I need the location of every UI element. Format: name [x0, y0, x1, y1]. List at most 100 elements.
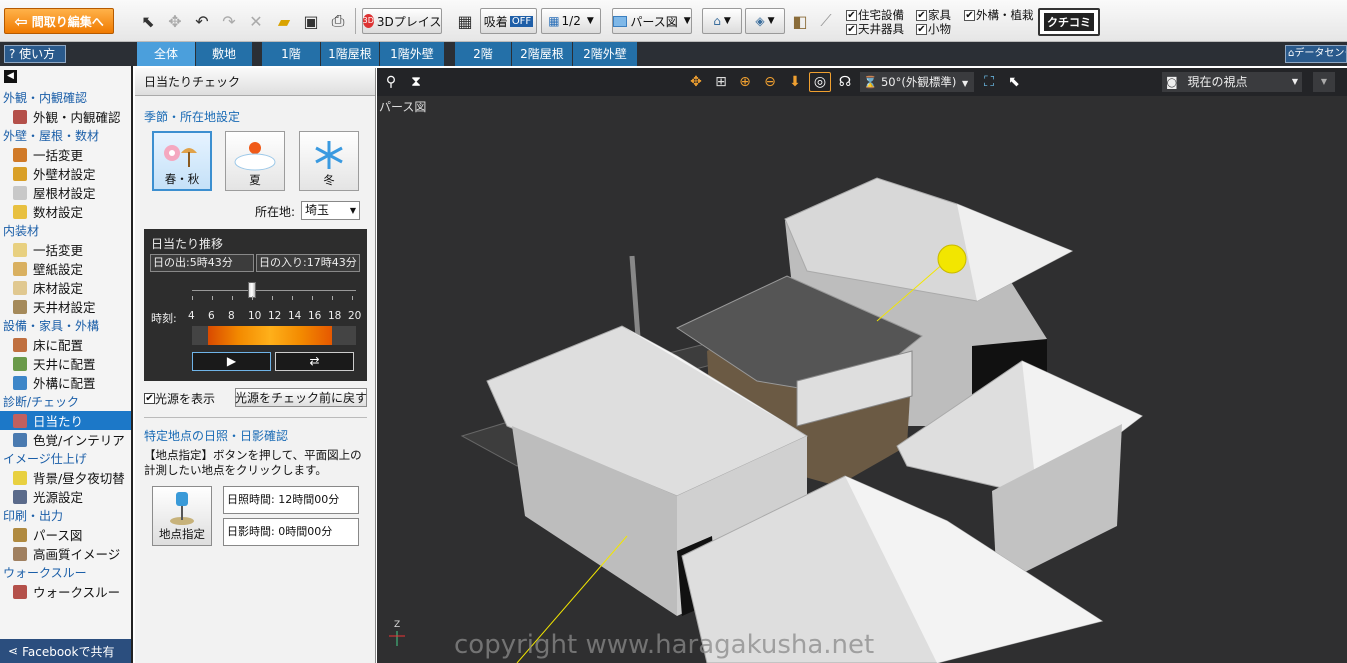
material-icon[interactable]: ◧: [788, 9, 812, 33]
point-select-button[interactable]: 地点指定: [152, 486, 212, 546]
hourglass-icon[interactable]: ⧗: [405, 72, 427, 92]
tab-floor1[interactable]: 1階: [262, 42, 320, 66]
play-button[interactable]: ▶: [192, 352, 271, 371]
chevron-down-icon: ▼: [1291, 77, 1298, 86]
nav-item[interactable]: 一括変更: [0, 145, 131, 164]
look-around-icon[interactable]: ☊: [834, 72, 856, 92]
panel-title: 日当たりチェック: [135, 68, 375, 96]
tab-floor2[interactable]: 2階: [455, 42, 511, 66]
nav-item[interactable]: 高画質イメージ: [0, 544, 131, 563]
fit-view-icon[interactable]: ⛶: [978, 72, 1000, 92]
nav-item-label: パース図: [33, 528, 83, 543]
nav-item-label: 屋根材設定: [33, 186, 96, 201]
viewpoint-dropdown[interactable]: ◙ 現在の視点 ▼: [1162, 72, 1302, 92]
3d-viewport[interactable]: ⚲ ⧗ ✥ ⊞ ⊕ ⊖ ⬇ ◎ ☊ ⌛ 50°(外観標準) ▼ ⛶ ⬉ ◙ 現在…: [377, 68, 1347, 663]
print-icon[interactable]: ⎙: [326, 9, 350, 33]
reset-light-button[interactable]: 光源をチェック前に戻す: [235, 388, 367, 407]
orbit-icon[interactable]: ◎: [809, 72, 831, 92]
viewpoint-menu-button[interactable]: ▼: [1313, 72, 1335, 92]
walk-down-icon[interactable]: ⬇: [784, 72, 806, 92]
nav-item[interactable]: 外観・内観確認: [0, 107, 131, 126]
nav-item[interactable]: 天井に配置: [0, 354, 131, 373]
season-summer-button[interactable]: 夏: [225, 131, 285, 191]
transit-title: 日当たり推移: [151, 237, 224, 251]
save-icon[interactable]: ▣: [299, 9, 323, 33]
sun-light-source-icon[interactable]: [937, 244, 967, 274]
chevron-down-icon: ▼: [962, 79, 969, 88]
nav-item[interactable]: 床材設定: [0, 278, 131, 297]
box-icon: ◈: [755, 14, 765, 28]
grid-scale-dropdown[interactable]: ▦ 1/2 ▼: [541, 8, 601, 34]
nav-item[interactable]: 天井材設定: [0, 297, 131, 316]
checkbox-checked-icon: ✔: [846, 9, 857, 21]
redo-icon[interactable]: ↷: [217, 9, 241, 33]
nav-item[interactable]: 数材設定: [0, 202, 131, 221]
3d-place-button[interactable]: 3D 3Dプレイス: [362, 8, 442, 34]
pointer-icon[interactable]: ⬉: [1003, 72, 1025, 92]
open-folder-icon[interactable]: ▰: [272, 9, 296, 33]
show-light-label: 光源を表示: [155, 392, 216, 406]
delete-icon[interactable]: ✕: [244, 9, 268, 33]
zoom-in-icon[interactable]: ⊕: [734, 72, 756, 92]
kuchikomi-button[interactable]: クチコミ: [1038, 8, 1100, 36]
nav-item[interactable]: 色覚/インテリア: [0, 430, 131, 449]
box-view-dropdown[interactable]: ◈ ▼: [745, 8, 785, 34]
collapse-panel-icon[interactable]: ◀: [4, 70, 17, 83]
nav-item[interactable]: 一括変更: [0, 240, 131, 259]
nav-item[interactable]: 外構に配置: [0, 373, 131, 392]
undo-icon[interactable]: ↶: [190, 9, 214, 33]
data-center-button[interactable]: ⌂データセンタ: [1285, 45, 1347, 63]
check-exterior-planting[interactable]: ✔ 外構・植栽: [964, 7, 1034, 23]
pan-icon[interactable]: ✥: [685, 72, 707, 92]
back-to-floorplan-button[interactable]: ⇦ 間取り編集へ: [4, 8, 114, 34]
tab-floor1-roof[interactable]: 1階屋根: [321, 42, 379, 66]
time-tick-label: 20: [348, 310, 362, 322]
tab-all[interactable]: 全体: [137, 42, 195, 66]
snap-state-badge: OFF: [509, 15, 534, 27]
zoom-region-icon[interactable]: ⊞: [710, 72, 732, 92]
season-spring-autumn-button[interactable]: 春・秋: [152, 131, 212, 191]
zoom-out-icon[interactable]: ⊖: [759, 72, 781, 92]
grid-icon[interactable]: ▦: [453, 9, 477, 33]
season-winter-button[interactable]: 冬: [299, 131, 359, 191]
tab-floor2-wall[interactable]: 2階外壁: [573, 42, 637, 66]
fov-dropdown[interactable]: ⌛ 50°(外観標準) ▼: [860, 72, 974, 92]
tab-floor2-roof[interactable]: 2階屋根: [512, 42, 572, 66]
nav-item[interactable]: 床に配置: [0, 335, 131, 354]
house-view-dropdown[interactable]: ⌂ ▼: [702, 8, 742, 34]
facebook-share-button[interactable]: ⋖ Facebookで共有: [0, 639, 131, 663]
nav-item[interactable]: 壁紙設定: [0, 259, 131, 278]
nav-item-icon: [13, 147, 27, 162]
show-light-checkbox[interactable]: ✔ 光源を表示: [144, 390, 215, 407]
nav-item-icon: [13, 356, 27, 371]
ruler-icon[interactable]: ⟋: [814, 9, 838, 33]
chevron-down-icon: ▼: [723, 16, 731, 26]
tab-site[interactable]: 敷地: [196, 42, 252, 66]
pushpin-icon: [170, 492, 194, 525]
time-label: 時刻:: [151, 312, 177, 325]
time-tick-mark: [192, 296, 193, 300]
nav-item[interactable]: パース図: [0, 525, 131, 544]
checkbox-checked-icon: ✔: [916, 23, 927, 35]
tab-floor1-wall[interactable]: 1階外壁: [380, 42, 444, 66]
select-cursor-icon[interactable]: ⬉: [136, 9, 160, 33]
loop-button[interactable]: ⇄: [275, 352, 354, 371]
move-icon[interactable]: ✥: [163, 9, 187, 33]
pin-mode-icon[interactable]: ⚲: [380, 72, 402, 92]
nav-item[interactable]: 外壁材設定: [0, 164, 131, 183]
time-slider-track[interactable]: [192, 290, 356, 291]
nav-item[interactable]: 背景/昼夕夜切替: [0, 468, 131, 487]
data-center-label: データセンタ: [1294, 48, 1346, 59]
nav-item[interactable]: 光源設定: [0, 487, 131, 506]
nav-item[interactable]: 屋根材設定: [0, 183, 131, 202]
location-select[interactable]: 埼玉 ▼: [301, 201, 360, 220]
time-tick-mark: [212, 296, 213, 300]
check-ceiling-fixtures[interactable]: ✔ 天井器具: [846, 21, 904, 37]
nav-item[interactable]: 日当たり: [0, 411, 131, 430]
snap-toggle[interactable]: 吸着 OFF: [480, 8, 537, 34]
check-small-items[interactable]: ✔ 小物: [916, 21, 951, 37]
nav-item[interactable]: ウォークスルー: [0, 582, 131, 601]
check-label: 小物: [928, 22, 951, 36]
view-mode-dropdown[interactable]: パース図 ▼: [612, 8, 692, 34]
help-button[interactable]: ? 使い方: [4, 45, 66, 63]
